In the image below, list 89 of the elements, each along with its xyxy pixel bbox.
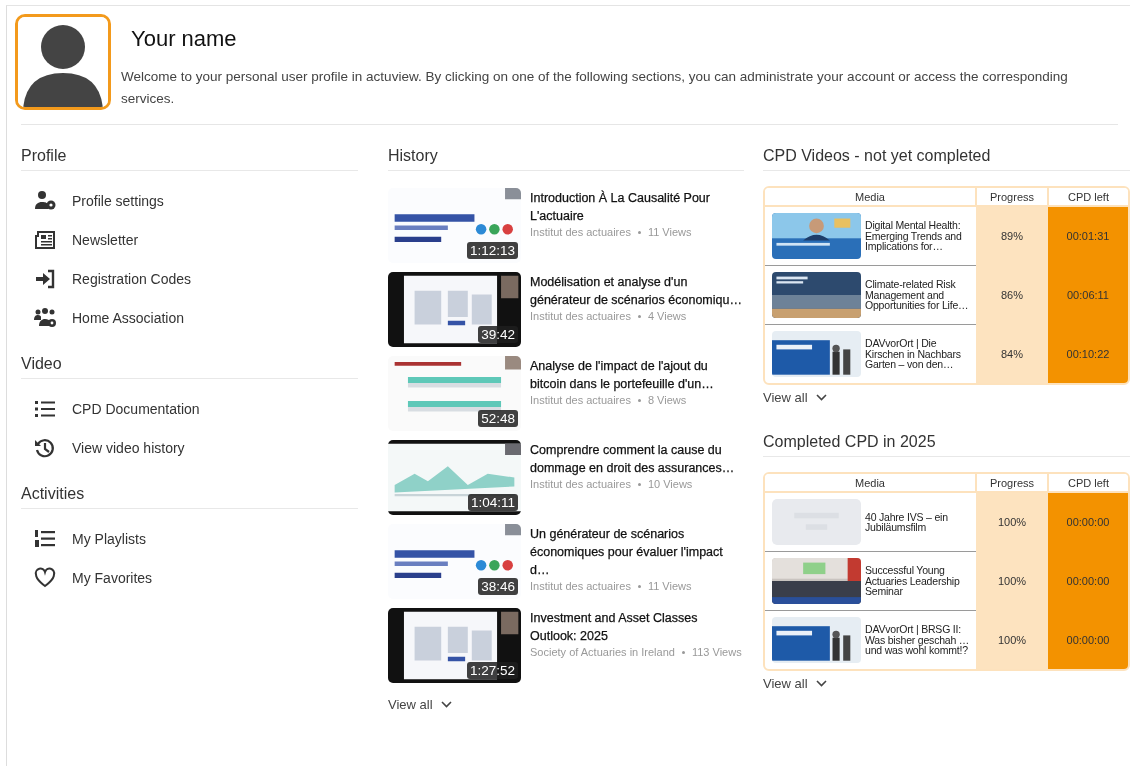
separator-dot [681,650,685,654]
cpd-left-cell: 00:06:11 [1048,265,1128,325]
section-heading: Activities [21,485,358,509]
channel-name: Institut des actuaires [530,394,631,406]
media-title[interactable]: Successful Young Actuaries Leadership Seminar [865,565,973,597]
view-count: 11 Views [647,226,692,238]
section-heading: Profile [21,147,358,171]
column-header: Media [765,474,976,492]
menu-link[interactable]: View video history [72,439,185,456]
view-all-link[interactable]: View all [763,676,827,691]
menu-link[interactable]: Registration Codes [72,270,192,287]
video-title[interactable]: Modélisation et analyse d'un générateur de scénarios économiqu… [530,273,744,309]
media-title[interactable]: DAVvorOrt | BRSG II: Was bisher geschah … und was wohl kommt!? [865,624,973,656]
menu-link[interactable]: My Playlists [72,530,146,547]
video-title[interactable]: Analyse de l'impact de l'ajout du bitcoin dans le portefeuille d'un… [530,357,744,393]
video-thumbnail[interactable]: 38:46 [388,524,521,599]
channel-name: Institut des actuaires [530,580,631,592]
cpd-left-cell: 00:00:00 [1048,492,1128,552]
progress-cell: 100% [976,610,1048,669]
heart-icon [33,566,57,589]
duration-badge: 1:12:13 [466,242,518,259]
cpd-left-cell: 00:01:31 [1048,206,1128,266]
view-count: 11 Views [647,580,692,592]
menu-link[interactable]: Home Association [72,309,185,326]
video-title[interactable]: Investment and Asset Classes Outlook: 2025 [530,609,744,645]
separator-dot [637,314,641,318]
progress-cell: 86% [976,265,1048,325]
view-count: 8 Views [647,394,687,406]
separator-dot [637,398,641,402]
cpd-left-cell: 00:00:00 [1048,551,1128,611]
menu-link[interactable]: My Favorites [72,569,153,586]
progress-cell: 89% [976,206,1048,266]
channel-name: Institut des actuaires [530,310,631,322]
progress-cell: 100% [976,551,1048,611]
chevron-down-icon [815,394,827,401]
duration-badge: 1:27:52 [466,662,518,679]
channel-name: Institut des actuaires [530,226,631,238]
duration-badge: 38:46 [478,578,518,595]
user-gear-icon [33,189,57,212]
video-title[interactable]: Introduction À La Causalité Pour L'actuaire [530,189,744,225]
user-name: Your name [131,26,238,52]
separator-dot [637,230,641,234]
newspaper-icon [33,228,57,251]
channel-name: Society of Actuaries in Ireland [530,646,675,658]
video-thumbnail[interactable]: 39:42 [388,272,521,347]
menu-link[interactable]: Newsletter [72,231,139,248]
media-title[interactable]: Climate-related Risk Management and Opportunities for Life… [865,279,973,311]
section-heading: Video [21,355,358,379]
channel-name: Institut des actuaires [530,478,631,490]
section-heading: Completed CPD in 2025 [763,433,1130,457]
users-gear-icon [33,306,57,329]
section-heading: History [388,147,744,171]
view-count: 10 Views [647,478,693,490]
progress-cell: 100% [976,492,1048,552]
sign-in-icon [33,267,57,290]
progress-cell: 84% [976,324,1048,383]
column-header: Media [765,188,976,206]
section-heading: CPD Videos - not yet completed [763,147,1130,171]
column-header: Progress [976,188,1048,206]
video-thumbnail[interactable]: 1:04:11 [388,440,521,515]
numbered-list-icon [33,527,57,550]
video-thumbnail[interactable]: 52:48 [388,356,521,431]
video-title[interactable]: Un générateur de scénarios économiques pour évaluer l'impact d… [530,525,744,579]
separator-dot [637,482,641,486]
media-title[interactable]: DAVvorOrt | Die Kirschen in Nachbars Garten – von den… [865,338,973,370]
column-header: CPD left [1048,188,1128,206]
video-title[interactable]: Comprendre comment la cause du dommage en droit des assurances… [530,441,744,477]
cpd-left-cell: 00:10:22 [1048,324,1128,383]
menu-link[interactable]: CPD Documentation [72,400,200,417]
chevron-down-icon [815,680,827,687]
column-header: Progress [976,474,1048,492]
duration-badge: 1:04:11 [467,494,518,511]
chevron-down-icon [440,701,452,708]
view-count: 113 Views [691,646,742,658]
video-thumbnail[interactable]: 1:27:52 [388,608,521,683]
media-title[interactable]: Digital Mental Health: Emerging Trends and Implications for… [865,220,973,252]
duration-badge: 39:42 [478,326,518,343]
media-title[interactable]: 40 Jahre IVS – ein Jubiläumsfilm [865,511,973,533]
menu-link[interactable]: Profile settings [72,192,164,209]
video-thumbnail[interactable]: 1:12:13 [388,188,521,263]
welcome-text: Welcome to your personal user profile in actuview. By clicking on one of the following sections, you can administrate your account or access the corresponding services. [121,68,1069,108]
duration-badge: 52:48 [478,410,518,427]
separator-dot [637,584,641,588]
history-icon [33,436,57,459]
column-header: CPD left [1048,474,1128,492]
view-all-link[interactable]: View all [388,697,452,712]
view-count: 4 Views [647,310,687,322]
view-all-link[interactable]: View all [763,390,827,405]
cpd-left-cell: 00:00:00 [1048,610,1128,669]
